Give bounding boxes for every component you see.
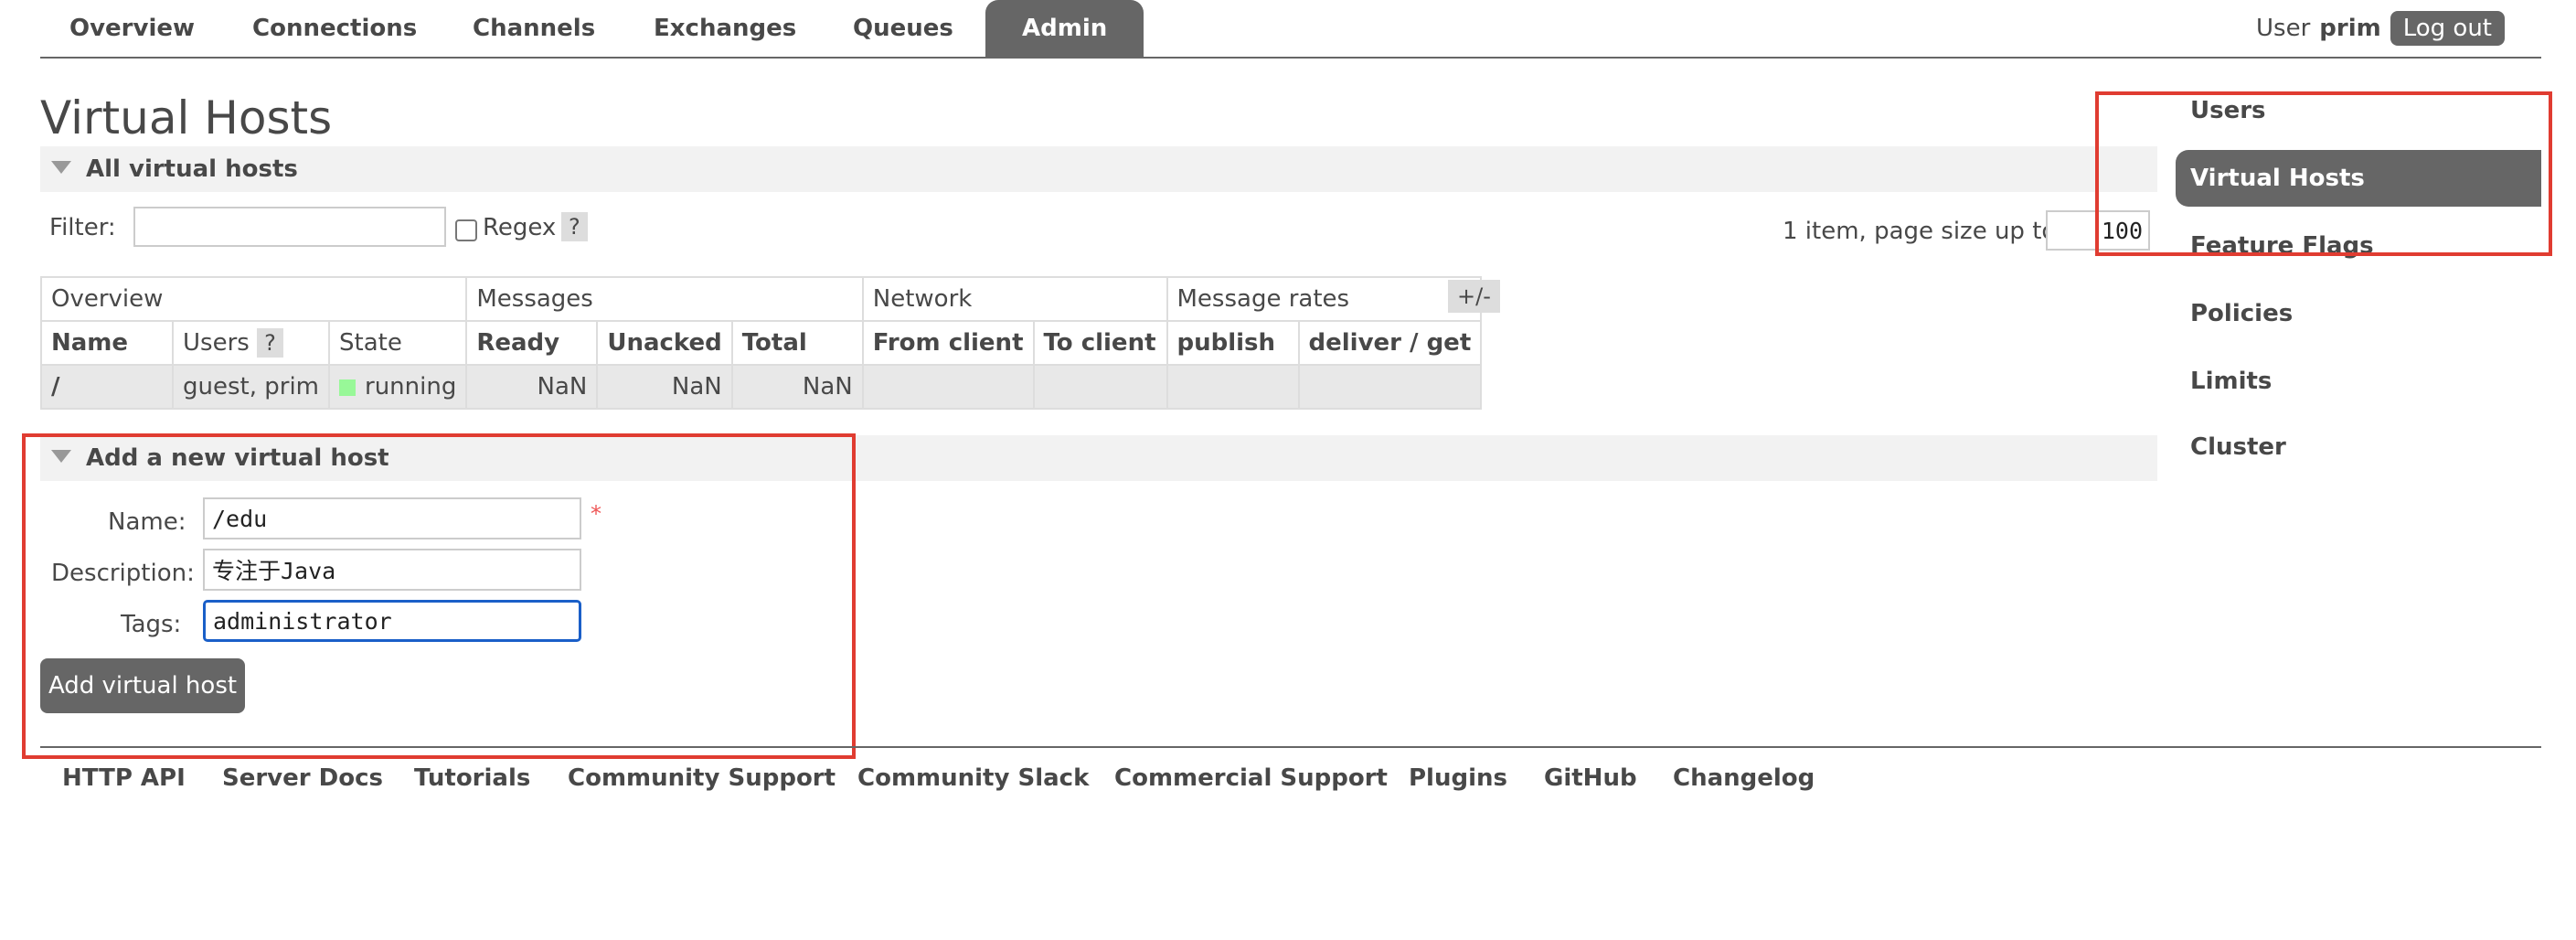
sidebar-item-policies[interactable]: Policies — [2190, 300, 2293, 327]
cell-from-client — [861, 364, 1035, 410]
col-publish[interactable]: publish — [1166, 320, 1300, 366]
cell-ready: NaN — [465, 364, 599, 410]
status-indicator-icon — [339, 379, 356, 396]
vhost-name-link[interactable]: / — [40, 364, 174, 410]
tab-channels[interactable]: Channels — [473, 0, 595, 57]
vhosts-table: Overview Messages Network Message rates … — [39, 276, 1483, 410]
group-message-rates: Message rates — [1166, 276, 1483, 322]
col-ready[interactable]: Ready — [465, 320, 599, 366]
group-overview: Overview — [39, 276, 468, 322]
cell-total: NaN — [730, 364, 864, 410]
group-messages: Messages — [465, 276, 864, 322]
regex-checkbox[interactable] — [455, 219, 477, 241]
col-users-label: Users — [183, 329, 250, 357]
cell-unacked: NaN — [596, 364, 733, 410]
top-navigation: Overview Connections Channels Exchanges … — [40, 0, 2541, 59]
footer-link-commercial-support[interactable]: Commercial Support — [1114, 764, 1388, 792]
sidebar-item-cluster[interactable]: Cluster — [2190, 433, 2286, 461]
user-name: prim — [2319, 15, 2381, 42]
footer-link-changelog[interactable]: Changelog — [1673, 764, 1815, 792]
regex-label: Regex — [483, 214, 557, 241]
user-label: User — [2256, 15, 2311, 42]
footer-link-github[interactable]: GitHub — [1544, 764, 1637, 792]
sidebar-item-limits[interactable]: Limits — [2190, 368, 2272, 395]
col-to-client[interactable]: To client — [1032, 320, 1168, 366]
footer-link-plugins[interactable]: Plugins — [1409, 764, 1507, 792]
footer-link-tutorials[interactable]: Tutorials — [414, 764, 530, 792]
table-row: / guest, prim running NaN NaN NaN — [40, 364, 1483, 410]
footer-link-server-docs[interactable]: Server Docs — [222, 764, 383, 792]
col-from-client[interactable]: From client — [861, 320, 1035, 366]
all-vhosts-section-header[interactable]: All virtual hosts — [40, 146, 2157, 192]
col-deliver-get[interactable]: deliver / get — [1297, 320, 1483, 366]
tab-exchanges[interactable]: Exchanges — [654, 0, 796, 57]
tab-connections[interactable]: Connections — [252, 0, 417, 57]
tab-overview[interactable]: Overview — [69, 0, 195, 57]
filter-input[interactable] — [133, 207, 446, 247]
logout-button[interactable]: Log out — [2390, 11, 2505, 46]
users-help-icon[interactable]: ? — [257, 328, 283, 358]
columns-toggle-button[interactable]: +/- — [1448, 280, 1500, 313]
col-users[interactable]: Users ? — [172, 320, 330, 366]
page-title: Virtual Hosts — [40, 91, 333, 144]
tab-admin[interactable]: Admin — [985, 0, 1144, 57]
section-title: All virtual hosts — [86, 155, 298, 183]
cell-publish — [1166, 364, 1300, 410]
paging-text: 1 item, page size up to — [1783, 218, 2057, 245]
annotation-box-sidebar — [2095, 91, 2552, 256]
regex-help-icon[interactable]: ? — [561, 212, 588, 241]
tab-queues[interactable]: Queues — [853, 0, 953, 57]
footer-link-community-slack[interactable]: Community Slack — [857, 764, 1089, 792]
footer-link-http-api[interactable]: HTTP API — [62, 764, 186, 792]
cell-state: running — [327, 364, 468, 410]
filter-label: Filter: — [49, 214, 116, 241]
annotation-box-add-form — [22, 433, 856, 759]
col-total[interactable]: Total — [730, 320, 864, 366]
col-unacked[interactable]: Unacked — [596, 320, 733, 366]
group-network: Network — [861, 276, 1168, 322]
state-text: running — [365, 373, 457, 401]
col-state[interactable]: State — [327, 320, 468, 366]
cell-users: guest, prim — [172, 364, 330, 410]
cell-to-client — [1032, 364, 1168, 410]
footer-divider — [40, 746, 2541, 748]
footer-link-community-support[interactable]: Community Support — [568, 764, 836, 792]
user-box: User prim Log out — [2256, 9, 2505, 48]
col-name[interactable]: Name — [40, 320, 174, 366]
cell-deliver-get — [1297, 364, 1483, 410]
collapse-triangle-icon[interactable] — [51, 161, 71, 174]
